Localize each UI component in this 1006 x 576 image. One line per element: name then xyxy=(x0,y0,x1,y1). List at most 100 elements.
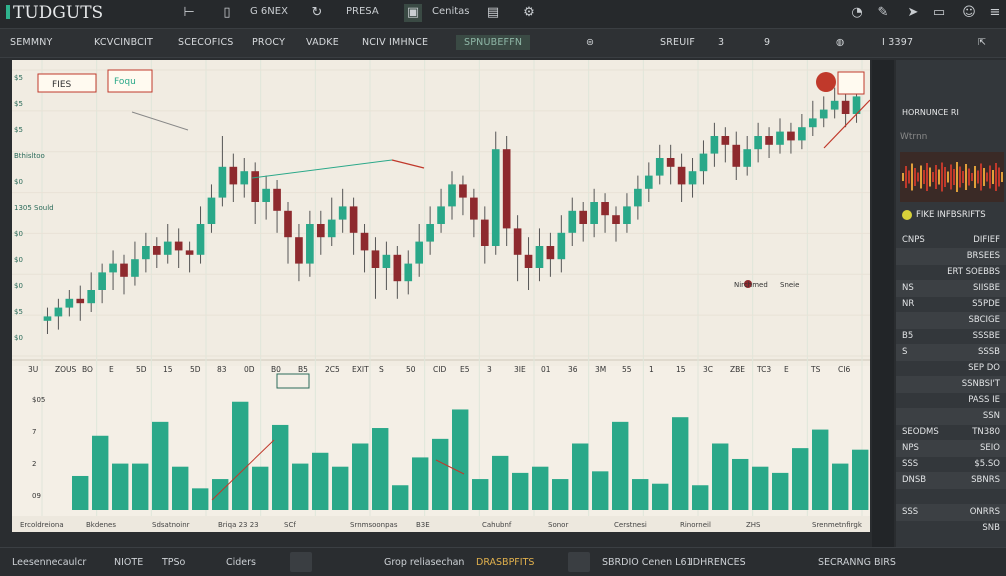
candle-body xyxy=(349,206,358,233)
candle-body xyxy=(43,316,52,321)
candle-body xyxy=(841,100,850,114)
tab-active[interactable]: SPNUBEFFN xyxy=(456,35,531,50)
candle-body xyxy=(240,171,249,185)
x-tick-label: S xyxy=(379,365,384,374)
panel-row[interactable]: S SSSB xyxy=(896,344,1006,361)
panel-row-value: SNB xyxy=(982,523,1000,533)
panel-row[interactable]: PASS IE xyxy=(896,392,1006,409)
settings-icon[interactable]: ⚙ xyxy=(520,4,538,22)
bottom-label: B3E xyxy=(416,521,430,529)
sparkline-bar xyxy=(908,170,910,184)
bottom-item-1[interactable]: Leesennecaulcr xyxy=(12,557,86,568)
tab-10[interactable]: 9 xyxy=(764,37,770,48)
tab-5[interactable]: VADKE xyxy=(306,37,339,48)
candle-body xyxy=(721,136,730,145)
indicator-icon[interactable]: ▤ xyxy=(484,4,502,22)
panel-row[interactable]: SSS ONRRS xyxy=(896,504,1006,521)
globe-icon[interactable]: ◍ xyxy=(836,37,845,48)
candle-body xyxy=(754,136,762,150)
panel-row-label: SSS xyxy=(902,507,919,517)
x-tick-label: 0D xyxy=(244,365,255,374)
bars-icon[interactable]: ▯ xyxy=(218,4,236,22)
panel-row-label: S xyxy=(902,347,908,357)
panel-row[interactable]: CNPS DIFIEF xyxy=(896,232,1006,249)
x-tick-label: EXIT xyxy=(352,365,369,374)
tab-2[interactable]: KCVCINBCIT xyxy=(94,37,153,48)
panel-row[interactable]: NS SIISBE xyxy=(896,280,1006,297)
panel-row[interactable]: SEODMS TN380 xyxy=(896,424,1006,441)
panel-row[interactable]: SSNBSI'T xyxy=(896,376,1006,393)
x-tick-label: ZOUS xyxy=(55,365,77,374)
tab-8[interactable]: SREUIF xyxy=(660,37,695,48)
chart-area[interactable]: FIES Foqu Nirchmed Sneie $5 $5 $5 Bthisltoo $0 13… xyxy=(12,60,871,532)
candle-body xyxy=(787,131,795,141)
panel-row[interactable]: B5 SSSBE xyxy=(896,328,1006,345)
bottom-item-9[interactable]: SECRANNG BIRS xyxy=(818,557,896,568)
panel-row[interactable]: SBCIGE xyxy=(896,312,1006,329)
bottom-label: Srnmsoonpas xyxy=(350,521,398,529)
panel-row[interactable] xyxy=(896,488,1006,505)
screen-icon[interactable] xyxy=(290,552,312,572)
legend-text: Nirchmed xyxy=(734,281,768,289)
bottom-item-8[interactable]: IDHRENCES xyxy=(690,557,746,568)
sparkline-bar xyxy=(914,168,916,186)
candle-body xyxy=(393,254,402,282)
window-icon[interactable]: ▭ xyxy=(930,4,948,22)
bottom-item-3[interactable]: TPSo xyxy=(162,557,185,568)
tab-6[interactable]: NCIV IMHNCE xyxy=(362,37,428,48)
volume-bar xyxy=(352,443,369,510)
chart-type-icon[interactable]: ⊢ xyxy=(180,4,198,22)
expand-icon[interactable]: ⇱ xyxy=(978,37,986,48)
candle-body xyxy=(612,215,620,224)
alert-icon[interactable]: ◔ xyxy=(848,4,866,22)
tab-11[interactable]: I 3397 xyxy=(882,37,913,48)
menu-icon[interactable]: ≡ xyxy=(986,4,1004,22)
bottom-item-2[interactable]: NIOTE xyxy=(114,557,143,568)
draw-icon[interactable]: ✎ xyxy=(874,4,892,22)
toolbar-item-3[interactable]: Cenitas xyxy=(432,6,470,17)
bottom-item-7[interactable]: SBRDIO Cenen L61 xyxy=(602,557,693,568)
panel-row[interactable]: ERT SOEBBS xyxy=(896,264,1006,281)
toolbar-item-2[interactable]: PRESA xyxy=(346,6,379,17)
tab-summary[interactable]: SEMMNY xyxy=(10,37,53,48)
candle-body xyxy=(251,171,260,202)
annotation-text: Foqu xyxy=(114,77,136,87)
bottom-item-5[interactable]: Grop reliasechan xyxy=(384,557,464,568)
toolbar-item-1[interactable]: G 6NEX xyxy=(250,6,288,17)
panel-row[interactable]: DNSB SBNRS xyxy=(896,472,1006,489)
panel-row-value: BRSEES xyxy=(966,251,1000,261)
panel-row[interactable]: SEP DO xyxy=(896,360,1006,377)
send-icon[interactable]: ➤ xyxy=(904,4,922,22)
candle-body xyxy=(644,175,653,189)
panel-row[interactable]: SSS $5.SO xyxy=(896,456,1006,473)
panel-row[interactable]: SNB xyxy=(896,520,1006,537)
volume-axis-label: 7 xyxy=(32,428,36,436)
volume-bar xyxy=(332,466,349,510)
volume-bar xyxy=(112,463,129,510)
bottom-item-4[interactable]: Ciders xyxy=(226,557,256,568)
panel-row[interactable]: NR S5PDE xyxy=(896,296,1006,313)
panel-row[interactable]: BRSEES xyxy=(896,248,1006,265)
refresh-icon[interactable]: ↻ xyxy=(308,4,326,22)
user-icon[interactable]: ☺ xyxy=(960,4,978,22)
volume-axis-label: 09 xyxy=(32,492,41,500)
tab-9[interactable]: 3 xyxy=(718,37,724,48)
bottom-item-6[interactable]: DRASBPFITS xyxy=(476,557,534,568)
panel-row[interactable]: NPS SEIO xyxy=(896,440,1006,457)
chart-scrollbar[interactable] xyxy=(872,60,894,550)
sparkline-bar xyxy=(944,167,946,187)
tab-4[interactable]: PROCY xyxy=(252,37,285,48)
sparkline-bar xyxy=(959,166,961,188)
bottom-label: Cahubnf xyxy=(482,521,512,529)
tab-3[interactable]: SCECOFICS xyxy=(178,37,234,48)
volume-bar xyxy=(292,463,309,510)
candle-body xyxy=(163,241,172,255)
layout-icon[interactable]: ▣ xyxy=(404,4,422,22)
circle-icon[interactable]: ⊜ xyxy=(586,37,594,48)
x-tick-label: TC3 xyxy=(756,365,771,374)
price-chart[interactable]: FIES FoquNirchmed Sneie$5$5$5Bthisltoo$013… xyxy=(12,60,871,532)
volume-bar xyxy=(772,472,789,510)
panel-icon[interactable] xyxy=(568,552,590,572)
candle-body xyxy=(109,263,117,273)
panel-row[interactable]: SSN xyxy=(896,408,1006,425)
